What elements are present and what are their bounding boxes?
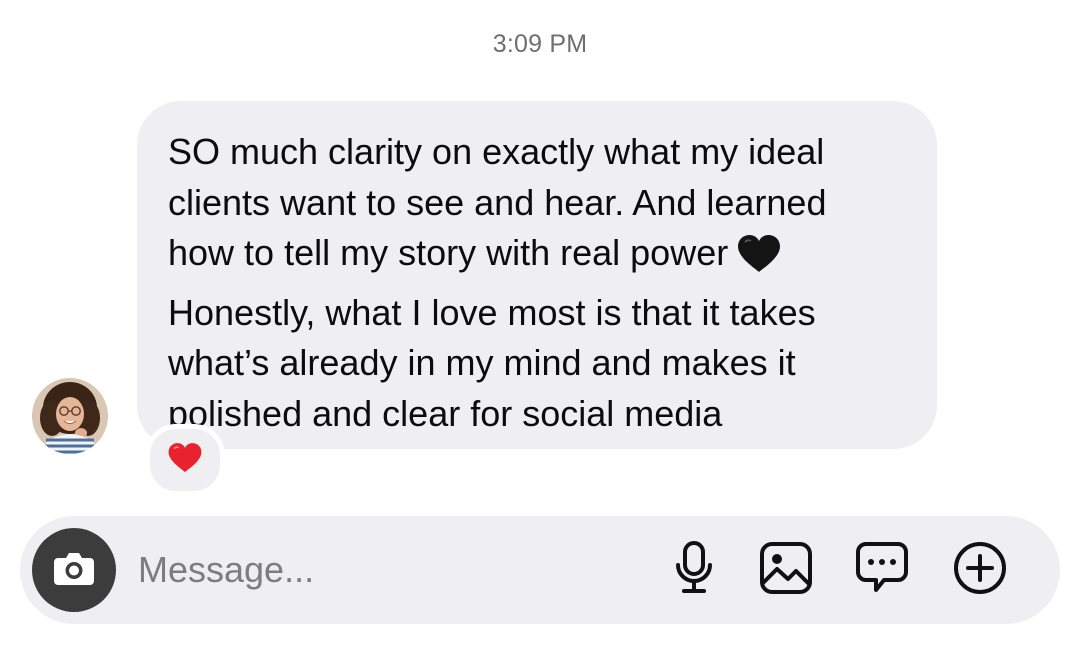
- avatar[interactable]: [32, 378, 108, 454]
- message-line-2: clients want to see and hear. And learne…: [168, 181, 827, 223]
- gallery-icon: [759, 541, 813, 600]
- chat-screen: 3:09 PM SO much clarity on exactly what …: [0, 0, 1080, 651]
- message-composer: [20, 516, 1060, 624]
- message-line-4: Honestly, what I love most is that it ta…: [168, 291, 816, 333]
- red-heart-icon: [167, 442, 203, 479]
- sticker-button[interactable]: [854, 540, 910, 601]
- reaction-badge[interactable]: [145, 424, 225, 496]
- message-line-3-text: how to tell my story with real power: [168, 232, 729, 273]
- gallery-button[interactable]: [758, 541, 814, 600]
- message-line-6: polished and clear for social media: [168, 392, 723, 434]
- profile-photo: [32, 378, 108, 454]
- microphone-button[interactable]: [666, 540, 722, 601]
- message-bubble[interactable]: SO much clarity on exactly what my ideal…: [137, 101, 937, 449]
- camera-button[interactable]: [32, 528, 116, 612]
- add-button[interactable]: [952, 540, 1008, 601]
- message-input[interactable]: [138, 546, 638, 594]
- sticker-chat-icon: [854, 540, 910, 601]
- plus-circle-icon: [952, 540, 1008, 601]
- message-line-1: SO much clarity on exactly what my ideal: [168, 131, 825, 172]
- message-line-3: how to tell my story with real power: [168, 228, 907, 288]
- message-line-5: what’s already in my mind and makes it: [168, 342, 796, 383]
- black-heart-icon: [736, 234, 782, 288]
- camera-icon: [52, 549, 96, 592]
- microphone-icon: [674, 540, 714, 601]
- message-timestamp: 3:09 PM: [492, 30, 588, 58]
